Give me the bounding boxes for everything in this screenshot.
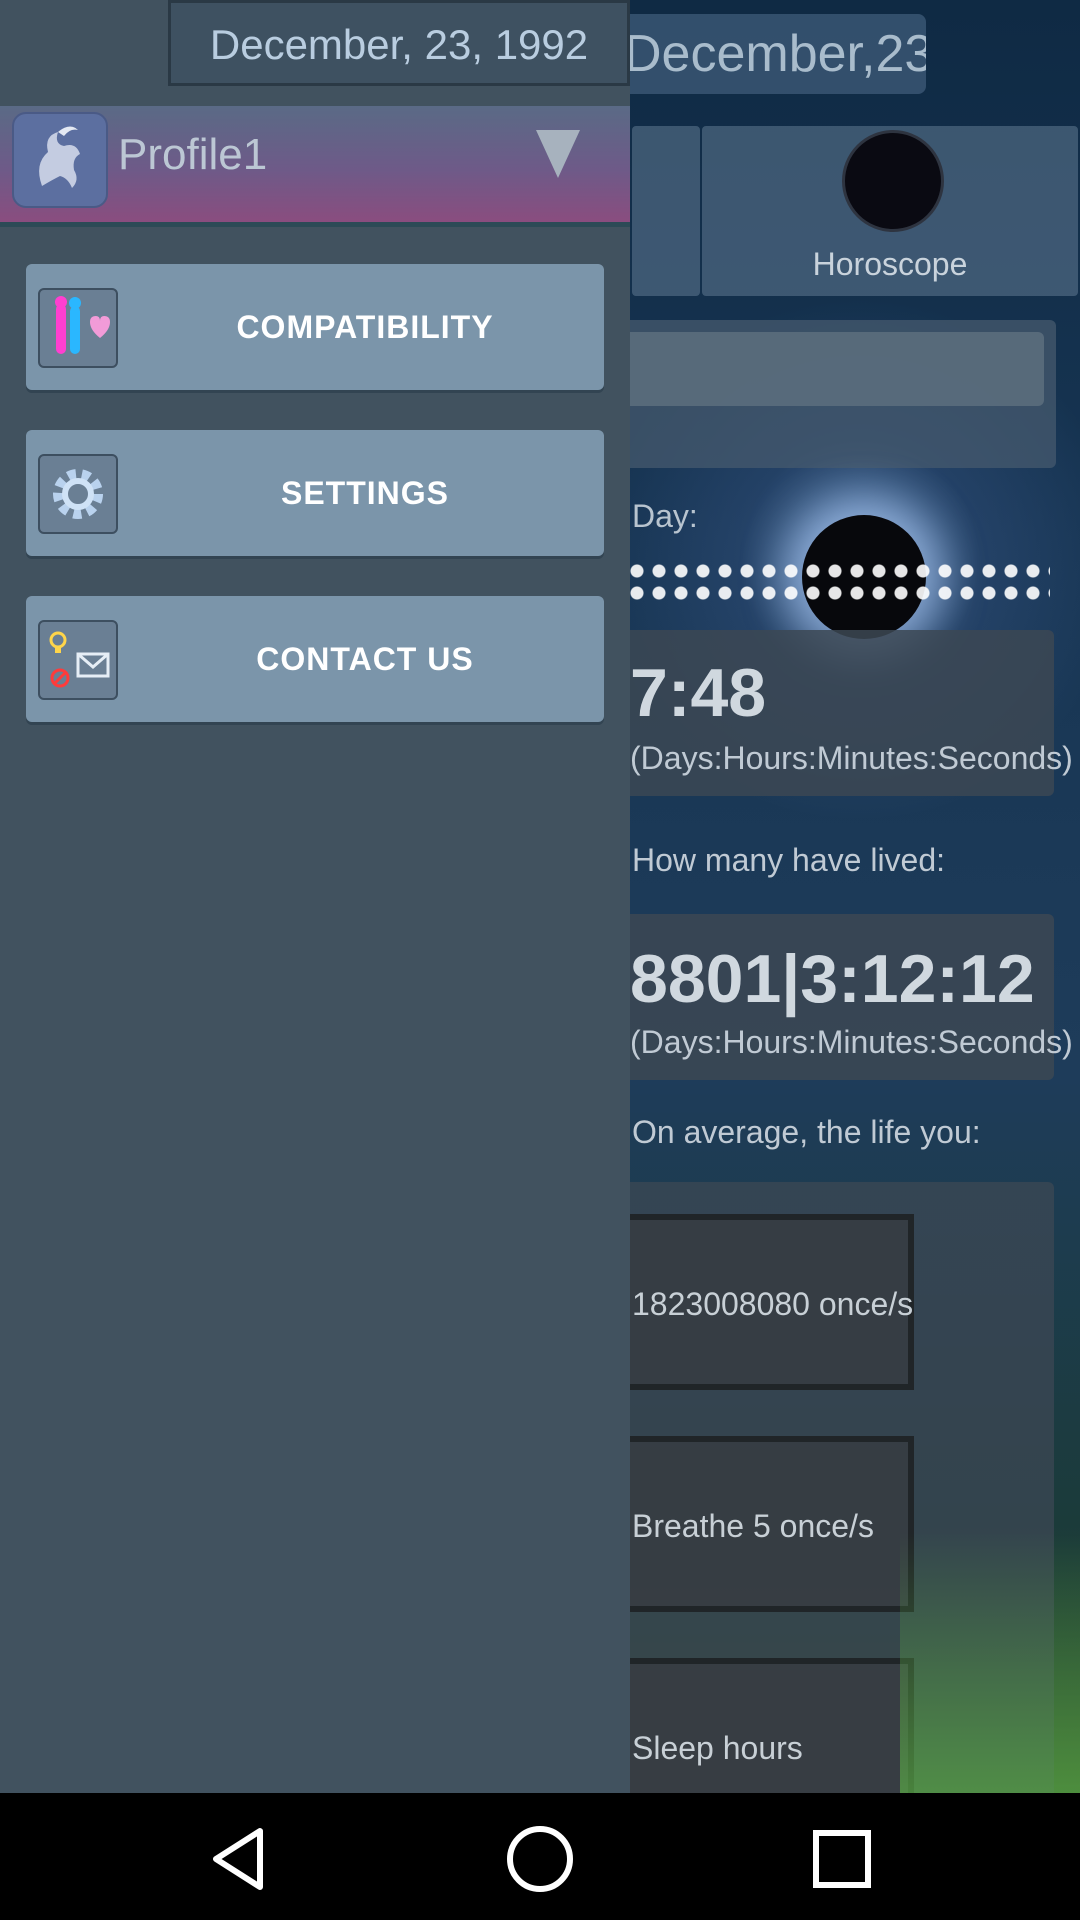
chevron-down-icon[interactable] [536, 130, 580, 178]
system-navigation-bar [0, 1793, 1080, 1920]
compatibility-button[interactable]: COMPATIBILITY [26, 264, 604, 390]
horoscope-label: Horoscope [812, 246, 968, 282]
day-label: Day: [632, 498, 698, 534]
contact-us-button[interactable]: CONTACT US [26, 596, 604, 722]
stat-text-3: Sleep hours [632, 1730, 803, 1766]
background-input-field[interactable] [612, 332, 1044, 406]
contact-us-label: CONTACT US [256, 641, 474, 677]
capricorn-avatar-icon [12, 112, 108, 208]
navigation-drawer: December, 23, 1992 Profile1 COMPATIBILIT… [0, 0, 630, 1793]
background-date: December,23,1992. [600, 14, 926, 94]
profile-selector[interactable]: Profile1 [0, 106, 630, 227]
mail-icon [38, 620, 118, 700]
profile-name: Profile1 [118, 130, 268, 179]
drawer-date: December, 23, 1992 [168, 0, 630, 86]
settings-label: SETTINGS [280, 475, 449, 511]
stat-text-2: Breathe 5 once/s [632, 1508, 874, 1544]
lived-unit: (Days:Hours:Minutes:Seconds) [630, 1024, 1073, 1060]
horoscope-icon [842, 130, 944, 232]
stat-text-1: 1823008080 once/s [632, 1286, 914, 1322]
lived-label: How many have lived: [632, 842, 946, 878]
background-tile-left[interactable] [632, 126, 700, 296]
couple-icon [38, 288, 118, 368]
home-icon[interactable] [500, 1819, 580, 1899]
app-screen: December,23,1992. Horoscope Day: 7:48 (D… [0, 0, 1080, 1793]
countdown-unit: (Days:Hours:Minutes:Seconds) [630, 740, 1073, 776]
lived-value: 8801|3:12:12 [630, 941, 1035, 1017]
stat-box-3 [600, 1658, 914, 1793]
average-label: On average, the life you: [632, 1114, 981, 1150]
compatibility-label: COMPATIBILITY [236, 309, 494, 345]
recents-icon[interactable] [802, 1819, 882, 1899]
settings-button[interactable]: SETTINGS [26, 430, 604, 556]
countdown-value: 7:48 [630, 655, 767, 731]
back-icon[interactable] [200, 1819, 280, 1899]
gear-icon [38, 454, 118, 534]
dots-divider [560, 560, 1050, 600]
